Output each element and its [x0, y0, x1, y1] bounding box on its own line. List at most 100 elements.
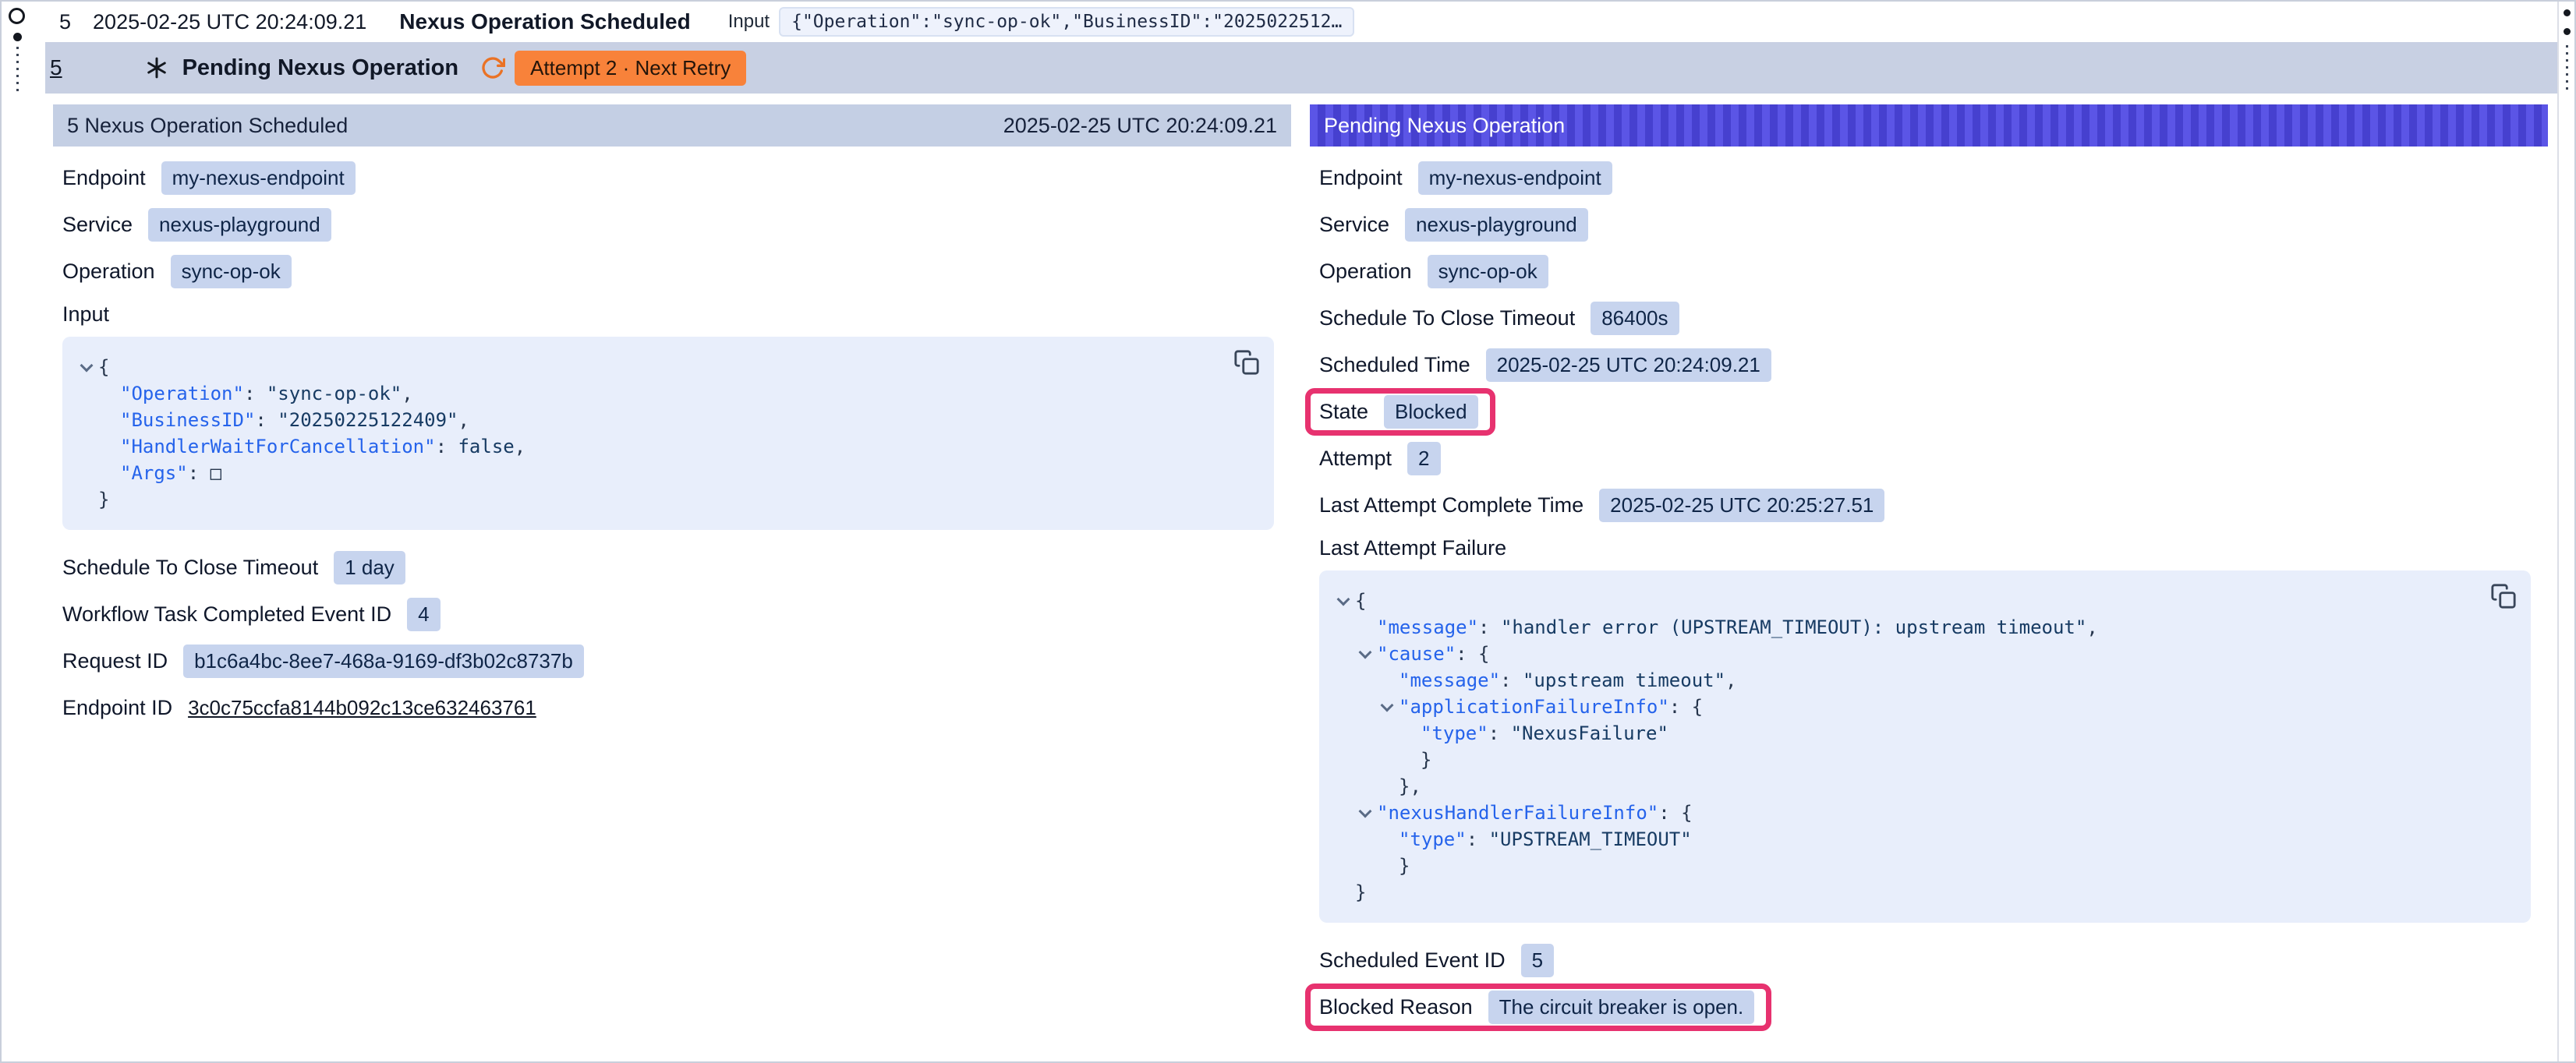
chevron-down-icon[interactable]	[1353, 651, 1377, 657]
event-id-link[interactable]: 5	[50, 55, 62, 80]
field-value-chip: 2025-02-25 UTC 20:25:27.51	[1599, 489, 1884, 522]
detail-header-title: 5 Nexus Operation Scheduled	[67, 114, 348, 138]
field-row-endpoint-id: Endpoint ID 3c0c75ccfa8144b092c13ce63246…	[62, 684, 1291, 731]
chevron-down-icon[interactable]	[75, 364, 98, 370]
timeline-dot-icon	[2564, 9, 2571, 16]
field-label: Endpoint ID	[62, 696, 172, 720]
failure-json-code-block: { "message": "handler error (UPSTREAM_TIM…	[1319, 570, 2531, 923]
json-line-text: "type": "NexusFailure"	[1421, 720, 1668, 747]
timeline-dotted-line	[2566, 45, 2568, 90]
field-label: Service	[62, 213, 133, 237]
field-row-endpoint: Endpoint my-nexus-endpoint	[1319, 154, 2548, 201]
state-annotation: State Blocked	[1319, 395, 1478, 429]
json-line: },	[1332, 773, 2484, 800]
json-line: }	[75, 486, 1227, 513]
copy-button[interactable]	[1230, 346, 1263, 381]
pending-operation-panel: Pending Nexus Operation Endpoint my-nexu…	[1310, 104, 2548, 1030]
json-line: "message": "upstream timeout",	[1332, 667, 2484, 694]
event-timestamp: 2025-02-25 UTC 20:24:09.21	[93, 10, 366, 34]
json-line: "HandlerWaitForCancellation": false,	[75, 433, 1227, 460]
field-value-chip: 5	[1521, 944, 1554, 977]
field-row-blocked-reason: Blocked Reason The circuit breaker is op…	[1319, 984, 2548, 1030]
event-row-nexus-operation-scheduled[interactable]: 5 2025-02-25 UTC 20:24:09.21 Nexus Opera…	[45, 2, 2557, 42]
json-line-text: "cause": {	[1377, 641, 1490, 667]
field-label: Attempt	[1319, 447, 1392, 471]
json-line-text: },	[1399, 773, 1421, 800]
state-value-chip: Blocked	[1384, 395, 1478, 429]
field-row-scheduled-time: Scheduled Time 2025-02-25 UTC 20:24:09.2…	[1319, 341, 2548, 388]
event-row-pending-nexus-operation[interactable]: 5 Pending Nexus Operation Attempt 2 · Ne…	[45, 42, 2557, 94]
json-line: "type": "UPSTREAM_TIMEOUT"	[1332, 826, 2484, 853]
field-row-schedule-to-close-timeout: Schedule To Close Timeout 1 day	[62, 544, 1291, 591]
timeline-dotted-line	[16, 47, 19, 94]
json-line-text: }	[1399, 853, 1410, 879]
event-detail-body: Endpoint my-nexus-endpoint Service nexus…	[53, 147, 1291, 731]
event-detail-panel: 5 Nexus Operation Scheduled 2025-02-25 U…	[53, 104, 1291, 1030]
chevron-down-icon[interactable]	[1375, 704, 1399, 710]
field-label: Workflow Task Completed Event ID	[62, 602, 391, 627]
field-row-request-id: Request ID b1c6a4bc-8ee7-468a-9169-df3b0…	[62, 637, 1291, 684]
json-line-text: "message": "handler error (UPSTREAM_TIME…	[1377, 614, 2098, 641]
json-line-text: "HandlerWaitForCancellation": false,	[120, 433, 525, 460]
field-label: Last Attempt Failure	[1319, 536, 1506, 560]
field-label: Endpoint	[62, 166, 146, 190]
blocked-reason-value-chip: The circuit breaker is open.	[1488, 991, 1755, 1024]
last-attempt-failure-label: Last Attempt Failure	[1319, 528, 2548, 567]
event-detail-area: 5 Nexus Operation Scheduled 2025-02-25 U…	[45, 94, 2557, 1061]
json-line: {	[75, 354, 1227, 380]
json-line: "message": "handler error (UPSTREAM_TIME…	[1332, 614, 2484, 641]
field-row-attempt: Attempt 2	[1319, 435, 2548, 482]
json-line-text: {	[98, 354, 109, 380]
timeline-gutter	[2, 2, 45, 1061]
field-row-operation: Operation sync-op-ok	[1319, 248, 2548, 295]
field-row-workflow-task-completed-event-id: Workflow Task Completed Event ID 4	[62, 591, 1291, 637]
field-label: Operation	[1319, 260, 1412, 284]
json-line-text: {	[1355, 588, 1366, 614]
json-line-text: "Args": □	[120, 460, 221, 486]
event-id[interactable]: 5	[59, 10, 71, 34]
retry-icon	[480, 55, 505, 80]
field-value-chip: sync-op-ok	[1428, 255, 1548, 288]
event-title: Nexus Operation Scheduled	[399, 9, 690, 34]
pending-operation-body: Endpoint my-nexus-endpoint Service nexus…	[1310, 147, 2548, 1030]
event-input-preview-chip: {"Operation":"sync-op-ok","BusinessID":"…	[779, 7, 1354, 37]
field-row-service: Service nexus-playground	[1319, 201, 2548, 248]
json-line: "type": "NexusFailure"	[1332, 720, 2484, 747]
right-scroll-gutter	[2557, 2, 2574, 1061]
json-line: }	[1332, 853, 2484, 879]
copy-icon	[2490, 583, 2517, 609]
field-value-chip: 2025-02-25 UTC 20:24:09.21	[1486, 348, 1771, 382]
field-value-chip: sync-op-ok	[171, 255, 292, 288]
copy-button[interactable]	[2487, 580, 2520, 615]
field-value-chip: my-nexus-endpoint	[161, 161, 356, 195]
chevron-down-icon[interactable]	[1353, 810, 1377, 816]
detail-header-timestamp: 2025-02-25 UTC 20:24:09.21	[1003, 114, 1277, 138]
json-line-text: "applicationFailureInfo": {	[1399, 694, 1703, 720]
json-line-text: "Operation": "sync-op-ok",	[120, 380, 413, 407]
timeline-dot-icon	[13, 33, 22, 41]
field-label: Input	[62, 302, 109, 327]
field-value-chip: b1c6a4bc-8ee7-468a-9169-df3b02c8737b	[183, 645, 584, 678]
copy-icon	[1233, 349, 1260, 376]
field-row-service: Service nexus-playground	[62, 201, 1291, 248]
json-line-text: "BusinessID": "20250225122409",	[120, 407, 469, 433]
chevron-down-icon[interactable]	[1332, 598, 1355, 604]
json-line: }	[1332, 747, 2484, 773]
endpoint-id-link[interactable]: 3c0c75ccfa8144b092c13ce632463761	[188, 696, 536, 720]
attempt-retry-badge: Attempt 2 · Next Retry	[515, 51, 746, 86]
pending-header-title: Pending Nexus Operation	[1324, 114, 1565, 138]
field-value-chip: 1 day	[334, 551, 405, 584]
field-row-schedule-to-close-timeout: Schedule To Close Timeout 86400s	[1319, 295, 2548, 341]
field-label: Service	[1319, 213, 1389, 237]
input-label: Input	[728, 11, 770, 33]
field-value-chip: nexus-playground	[1405, 208, 1588, 242]
json-line-text: "message": "upstream timeout",	[1399, 667, 1737, 694]
timeline-open-node-icon	[9, 8, 25, 24]
json-line: {	[1332, 588, 2484, 614]
field-row-operation: Operation sync-op-ok	[62, 248, 1291, 295]
field-row-state: State Blocked	[1319, 388, 2548, 435]
field-label: Operation	[62, 260, 155, 284]
asterisk-icon	[145, 56, 168, 79]
field-value-chip: nexus-playground	[148, 208, 331, 242]
input-block-label: Input	[62, 295, 1291, 334]
